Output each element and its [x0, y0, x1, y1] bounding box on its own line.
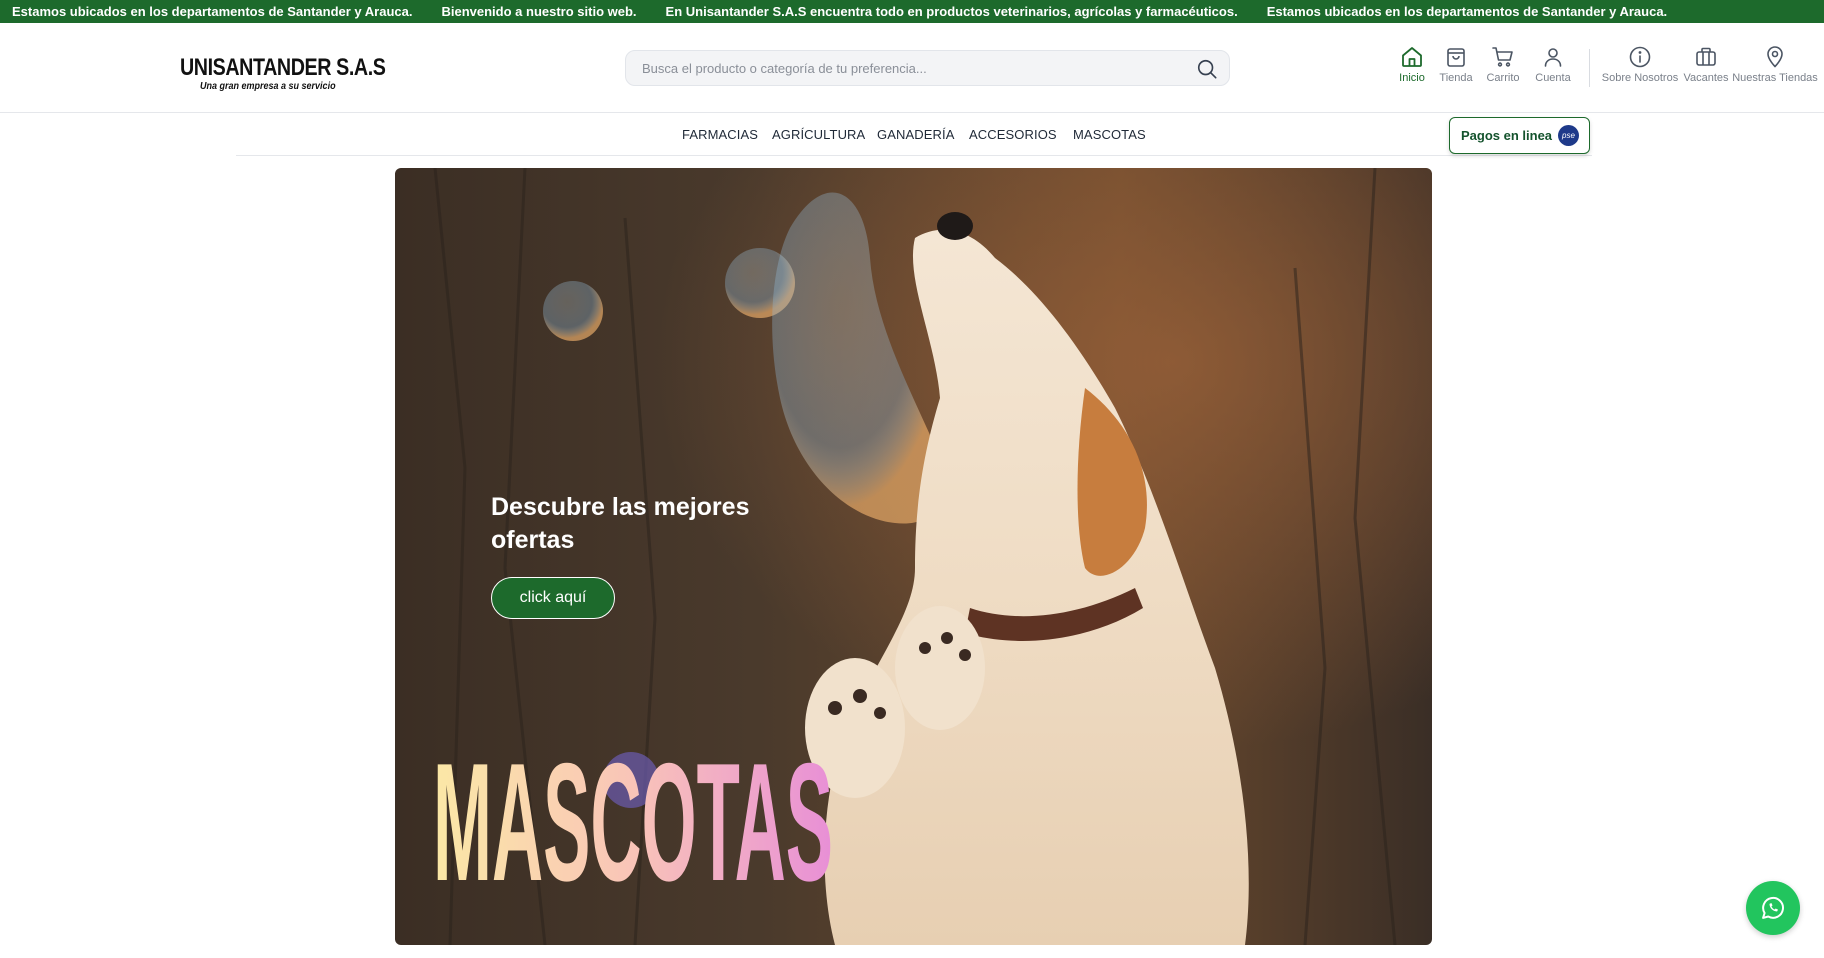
- category-agricultura[interactable]: AGRÍCULTURA: [772, 127, 865, 142]
- nav-nuestras-tiendas[interactable]: Nuestras Tiendas: [1732, 45, 1818, 84]
- hero-cta-button[interactable]: click aquí: [491, 577, 615, 619]
- search-button[interactable]: [1195, 57, 1219, 81]
- search-icon: [1197, 59, 1217, 79]
- announcement-item: Bienvenido a nuestro sitio web.: [441, 4, 637, 19]
- pse-badge-icon: pse: [1558, 125, 1579, 146]
- nav-sobre-nosotros[interactable]: Sobre Nosotros: [1601, 45, 1679, 84]
- shopping-bag-icon: [1447, 48, 1465, 67]
- nav-label: Nuestras Tiendas: [1732, 72, 1818, 84]
- nav-vacantes[interactable]: Vacantes: [1683, 45, 1729, 84]
- cart-icon: [1492, 47, 1513, 67]
- brand-text: UNISANTANDER S.A.S Una gran empresa a su…: [180, 53, 431, 92]
- nav-label: Vacantes: [1683, 72, 1729, 84]
- nav-inicio[interactable]: Inicio: [1399, 45, 1425, 84]
- user-icon: [1544, 48, 1562, 67]
- nav-label: Cuenta: [1535, 72, 1571, 84]
- nav-cuenta[interactable]: Cuenta: [1535, 45, 1571, 84]
- nav-divider: [1589, 49, 1590, 87]
- site-header: UNISANTANDER S.A.S Una gran empresa a su…: [0, 23, 1824, 113]
- hero-category-word: MASCOTAS: [433, 728, 833, 888]
- category-accesorios[interactable]: ACCESORIOS: [969, 127, 1057, 142]
- search-input[interactable]: [642, 60, 1182, 76]
- whatsapp-button[interactable]: [1746, 881, 1800, 935]
- hero-banner: Descubre las mejores ofertas click aquí …: [395, 168, 1432, 945]
- hero-category-text: MASCOTAS: [433, 728, 833, 888]
- category-farmacias[interactable]: FARMACIAS: [682, 127, 758, 142]
- briefcase-icon: [1696, 47, 1716, 66]
- category-menu: FARMACIAS AGRÍCULTURA GANADERÍA ACCESORI…: [236, 113, 1592, 156]
- nav-label: Inicio: [1399, 72, 1425, 84]
- map-pin-icon: [1767, 46, 1783, 68]
- nav-tienda[interactable]: Tienda: [1439, 45, 1473, 84]
- hero-heading: Descubre las mejores ofertas: [491, 493, 750, 554]
- whatsapp-icon: [1762, 896, 1784, 919]
- nav-label: Carrito: [1486, 72, 1520, 84]
- announcement-item: Estamos ubicados en los departamentos de…: [12, 4, 413, 19]
- info-icon: [1629, 46, 1651, 68]
- brand-name: UNISANTANDER S.A.S: [180, 53, 386, 81]
- announcement-bar: Estamos ubicados en los departamentos de…: [0, 0, 1824, 23]
- brand-tagline: Una gran empresa a su servicio: [200, 80, 336, 92]
- category-ganaderia[interactable]: GANADERÍA: [877, 127, 954, 142]
- nav-label: Sobre Nosotros: [1601, 72, 1679, 84]
- online-payments-button[interactable]: Pagos en linea pse: [1449, 117, 1590, 154]
- nav-label: Tienda: [1439, 72, 1473, 84]
- announcement-item: En Unisantander S.A.S encuentra todo en …: [665, 4, 1238, 19]
- category-mascotas[interactable]: MASCOTAS: [1073, 127, 1146, 142]
- search-bar: [625, 50, 1230, 86]
- announcement-track: Estamos ubicados en los departamentos de…: [12, 0, 1696, 23]
- nav-carrito[interactable]: Carrito: [1486, 45, 1520, 84]
- announcement-item: Estamos ubicados en los departamentos de…: [1266, 4, 1668, 19]
- online-payments-label: Pagos en linea: [1461, 128, 1553, 143]
- brand-logo[interactable]: UNISANTANDER S.A.S Una gran empresa a su…: [176, 48, 416, 98]
- home-icon: [1402, 47, 1422, 67]
